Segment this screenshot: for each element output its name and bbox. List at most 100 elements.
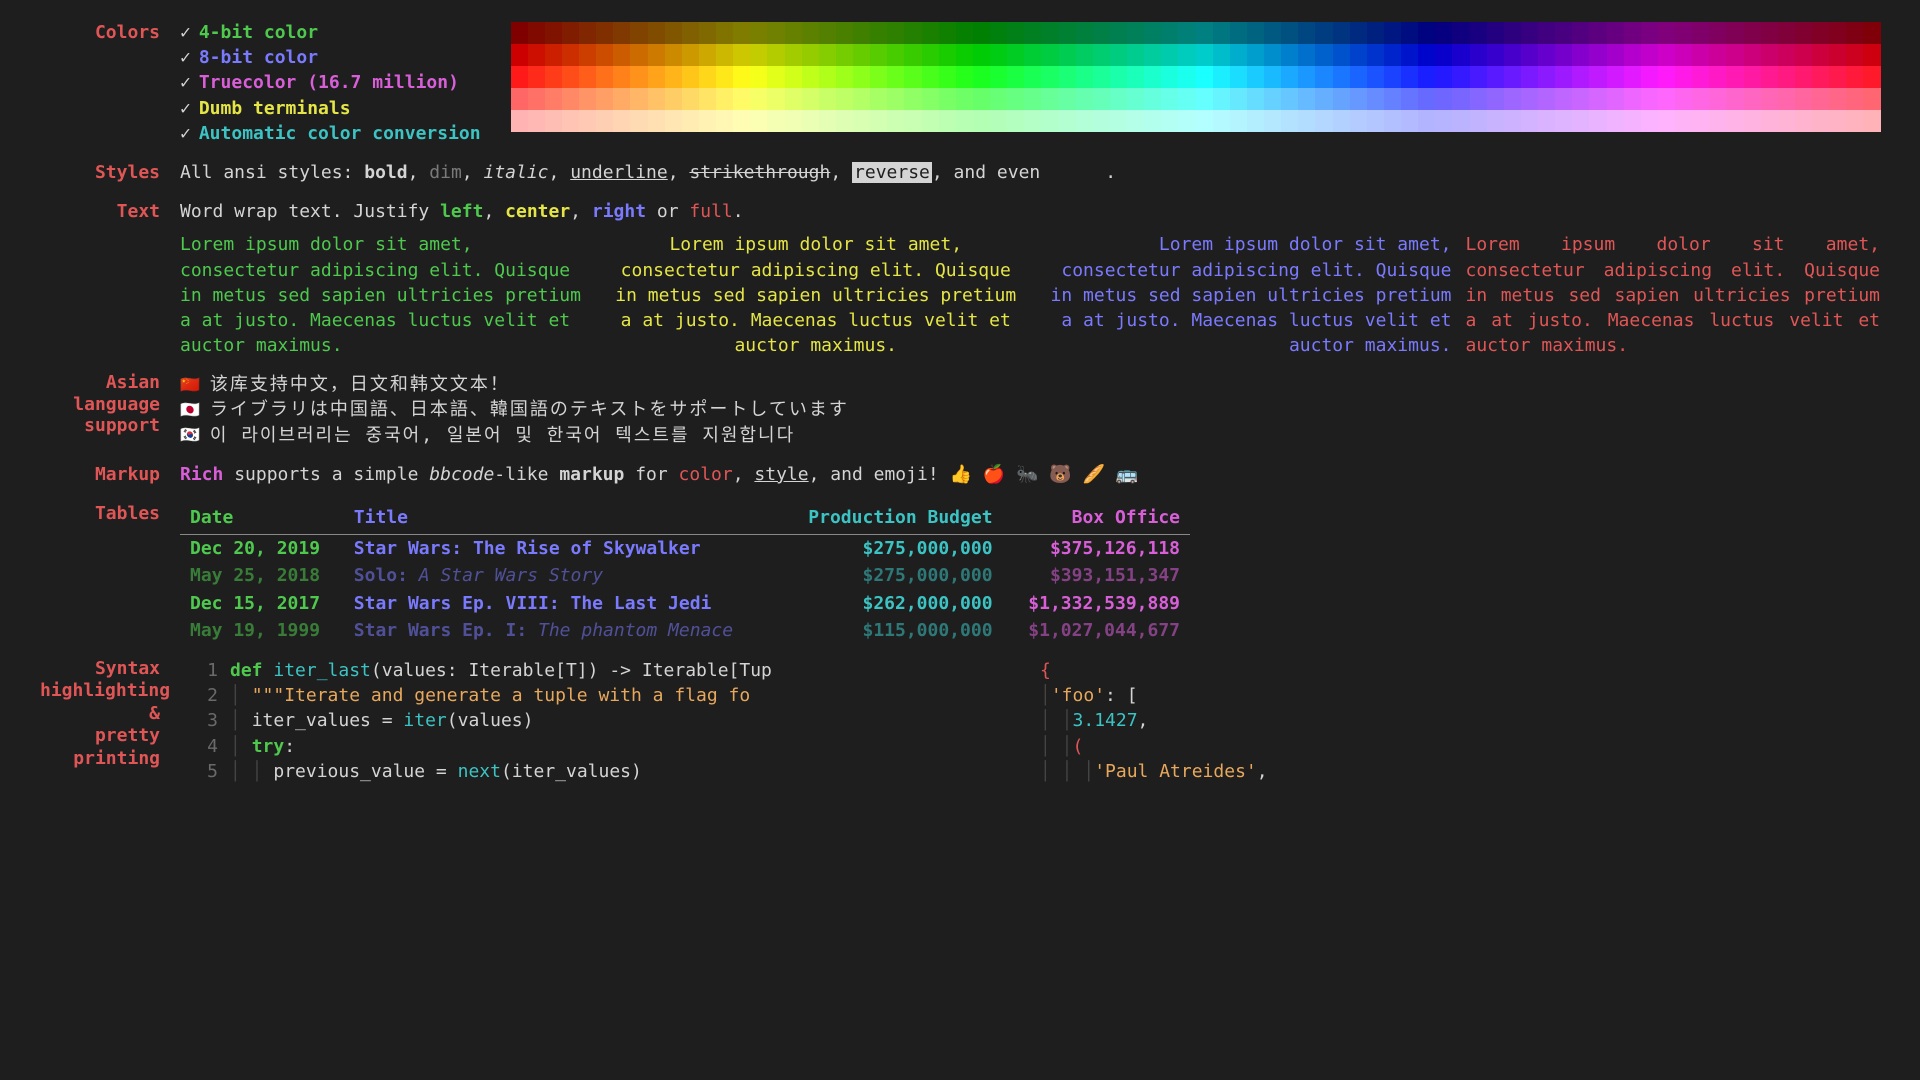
lorem-center: Lorem ipsum dolor sit amet, consectetur … bbox=[609, 232, 1024, 358]
syntax-content: 1 def iter_last(values: Iterable[T]) -> … bbox=[180, 658, 1880, 784]
syntax-label: Syntaxhighlighting&prettyprinting bbox=[40, 658, 180, 771]
code-line: │ │ │ 'Paul Atreides', bbox=[1040, 759, 1880, 784]
markup-bbcode: bbcode bbox=[429, 464, 494, 485]
justify-left: left bbox=[440, 201, 483, 222]
justify-full: full bbox=[689, 201, 732, 222]
code-line: 5 │ │ previous_value = next(iter_values) bbox=[180, 759, 1020, 784]
flag-kr-icon: 🇰🇷 bbox=[180, 424, 200, 446]
asian-content: 🇨🇳该库支持中文，日文和韩文文本！ 🇯🇵 ライブラリは中国語、日本語、韓国語のテキ… bbox=[180, 372, 1880, 448]
markup-text: supports a simple bbox=[223, 464, 429, 485]
markup-content: Rich supports a simple bbcode-like marku… bbox=[180, 462, 1880, 487]
lorem-right: Lorem ipsum dolor sit amet, consectetur … bbox=[1037, 232, 1452, 358]
movies-table: Date Title Production Budget Box Office … bbox=[180, 501, 1190, 644]
styles-content: All ansi styles: bold, dim, italic, unde… bbox=[180, 160, 1880, 185]
justify-center: center bbox=[505, 201, 570, 222]
feature-text: Truecolor (16.7 million) bbox=[199, 70, 459, 95]
style-dim: dim bbox=[429, 162, 462, 183]
feature-text: Dumb terminals bbox=[199, 96, 351, 121]
feature-dumb: ✓ Dumb terminals bbox=[180, 96, 481, 121]
style-underline: underline bbox=[570, 162, 668, 183]
asian-kr-text: 이 라이브러리는 중국어, 일본어 및 한국어 텍스트를 지원합니다 bbox=[210, 423, 795, 448]
color-spectrum bbox=[511, 22, 1880, 132]
line-number: 5 bbox=[180, 759, 230, 784]
th-budget: Production Budget bbox=[780, 501, 1003, 535]
line-number: 4 bbox=[180, 734, 230, 759]
styles-section: Styles All ansi styles: bold, dim, itali… bbox=[40, 160, 1880, 185]
colors-section: Colors ✓ 4-bit color ✓ 8-bit color ✓ Tru… bbox=[40, 20, 1880, 146]
code-line: 4 │ try: bbox=[180, 734, 1020, 759]
tables-label: Tables bbox=[40, 501, 180, 526]
style-italic: italic bbox=[483, 162, 548, 183]
check-icon: ✓ bbox=[180, 121, 191, 146]
markup-text: for bbox=[624, 464, 678, 485]
syntax-section: Syntaxhighlighting&prettyprinting 1 def … bbox=[40, 658, 1880, 784]
styles-prefix: All ansi styles: bbox=[180, 162, 364, 183]
table-header-row: Date Title Production Budget Box Office bbox=[180, 501, 1190, 535]
feature-text: Automatic color conversion bbox=[199, 121, 481, 146]
check-icon: ✓ bbox=[180, 70, 191, 95]
asian-jp-text: ライブラリは中国語、日本語、韓国語のテキストをサポートしています bbox=[210, 397, 849, 422]
line-number: 3 bbox=[180, 708, 230, 733]
asian-section: Asianlanguagesupport 🇨🇳该库支持中文，日文和韩文文本！ 🇯… bbox=[40, 372, 1880, 448]
markup-markup: markup bbox=[559, 464, 624, 485]
line-number: 2 bbox=[180, 683, 230, 708]
markup-label: Markup bbox=[40, 462, 180, 487]
markup-rich: Rich bbox=[180, 464, 223, 485]
code-line: │ │ 3.1427, bbox=[1040, 708, 1880, 733]
text-dot: . bbox=[733, 201, 744, 222]
colors-content: ✓ 4-bit color ✓ 8-bit color ✓ Truecolor … bbox=[180, 20, 1880, 146]
line-number: 1 bbox=[180, 658, 230, 683]
check-icon: ✓ bbox=[180, 20, 191, 45]
feature-text: 8-bit color bbox=[199, 45, 318, 70]
code-line: │ │ ( bbox=[1040, 734, 1880, 759]
styles-label: Styles bbox=[40, 160, 180, 185]
style-reverse: reverse bbox=[852, 162, 932, 183]
flag-jp-icon: 🇯🇵 bbox=[180, 399, 200, 421]
lorem-left: Lorem ipsum dolor sit amet, consectetur … bbox=[180, 232, 595, 358]
text-section: Text Word wrap text. Justify left, cente… bbox=[40, 199, 1880, 358]
asian-cn: 🇨🇳该库支持中文，日文和韩文文本！ bbox=[180, 372, 1880, 397]
table-row: May 19, 1999Star Wars Ep. I: The phantom… bbox=[180, 617, 1190, 644]
text-content: Word wrap text. Justify left, center, ri… bbox=[180, 199, 1880, 358]
markup-tail: , and emoji! 👍 🍎 🐜 🐻 🥖 🚌 bbox=[809, 464, 1139, 485]
markup-section: Markup Rich supports a simple bbcode-lik… bbox=[40, 462, 1880, 487]
text-prefix: Word wrap text. Justify bbox=[180, 201, 440, 222]
code-python: 1 def iter_last(values: Iterable[T]) -> … bbox=[180, 658, 1020, 784]
table-row: Dec 15, 2017Star Wars Ep. VIII: The Last… bbox=[180, 590, 1190, 617]
code-line: 3 │ iter_values = iter(values) bbox=[180, 708, 1020, 733]
th-title: Title bbox=[344, 501, 780, 535]
text-label: Text bbox=[40, 199, 180, 224]
markup-comma: , bbox=[733, 464, 755, 485]
code-line: 2 │ """Iterate and generate a tuple with… bbox=[180, 683, 1020, 708]
style-bold: bold bbox=[364, 162, 407, 183]
markup-text: -like bbox=[494, 464, 559, 485]
styles-dot: . bbox=[1105, 162, 1116, 183]
tables-content: Date Title Production Budget Box Office … bbox=[180, 501, 1880, 644]
lorem-full: Lorem ipsum dolor sit amet, consectetur … bbox=[1466, 232, 1881, 358]
colors-label: Colors bbox=[40, 20, 180, 45]
styles-tail: , and even bbox=[932, 162, 1051, 183]
feature-8bit: ✓ 8-bit color bbox=[180, 45, 481, 70]
asian-kr: 🇰🇷 이 라이브러리는 중국어, 일본어 및 한국어 텍스트를 지원합니다 bbox=[180, 423, 1880, 448]
text-or: or bbox=[646, 201, 689, 222]
lorem-grid: Lorem ipsum dolor sit amet, consectetur … bbox=[180, 232, 1880, 358]
style-strike: strikethrough bbox=[689, 162, 830, 183]
table-row: Dec 20, 2019Star Wars: The Rise of Skywa… bbox=[180, 535, 1190, 563]
feature-text: 4-bit color bbox=[199, 20, 318, 45]
markup-color: color bbox=[679, 464, 733, 485]
code-line: 1 def iter_last(values: Iterable[T]) -> … bbox=[180, 658, 1020, 683]
asian-jp: 🇯🇵 ライブラリは中国語、日本語、韓国語のテキストをサポートしています bbox=[180, 397, 1880, 422]
justify-right: right bbox=[592, 201, 646, 222]
check-icon: ✓ bbox=[180, 45, 191, 70]
code-line: │ 'foo': [ bbox=[1040, 683, 1880, 708]
asian-cn-text: 该库支持中文，日文和韩文文本！ bbox=[210, 372, 510, 397]
asian-label: Asianlanguagesupport bbox=[40, 372, 180, 437]
feature-autoconv: ✓ Automatic color conversion bbox=[180, 121, 481, 146]
tables-section: Tables Date Title Production Budget Box … bbox=[40, 501, 1880, 644]
feature-truecolor: ✓ Truecolor (16.7 million) bbox=[180, 70, 481, 95]
check-icon: ✓ bbox=[180, 96, 191, 121]
code-pretty: { │ 'foo': [ │ │ 3.1427, │ │ ( │ │ │ 'Pa… bbox=[1040, 658, 1880, 784]
markup-style: style bbox=[754, 464, 808, 485]
table-row: May 25, 2018Solo: A Star Wars Story$275,… bbox=[180, 562, 1190, 589]
th-box: Box Office bbox=[1003, 501, 1190, 535]
